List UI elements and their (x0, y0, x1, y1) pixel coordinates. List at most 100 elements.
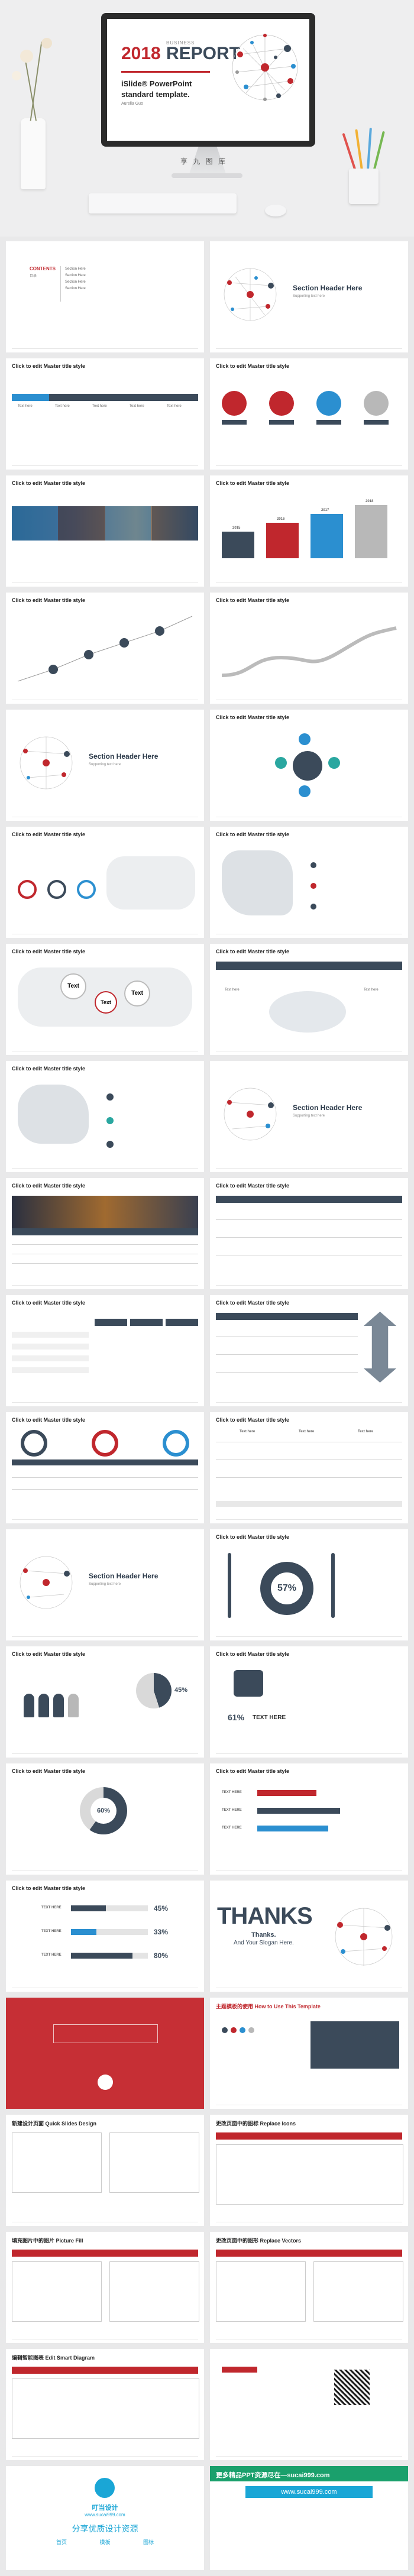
slide-thanks: THANKS Thanks. And Your Slogan Here. (210, 1881, 408, 1992)
column-heading: Text here (358, 1430, 374, 1433)
toolbar-strip (12, 2250, 198, 2257)
slide-progress-bars: Click to edit Master title style TEXT HE… (6, 1881, 204, 1992)
section-subtitle: Supporting text here (293, 1114, 325, 1118)
fork-icon (228, 1553, 231, 1618)
screenshot-frame (216, 2144, 403, 2205)
network-graphic (20, 1556, 73, 1609)
brand-card: 叮当设计 www.sucai999.com 分享优质设计资源 首页 模板 图标 (6, 2466, 204, 2570)
brand-tab[interactable]: 图标 (143, 2538, 154, 2546)
brand-tabs: 首页 模板 图标 (56, 2538, 154, 2546)
slide-title: 填充图片中的图片 Picture Fill (12, 2238, 83, 2244)
gauge-dial (163, 1430, 189, 1457)
flower-blossom (41, 38, 52, 48)
growth-line-graphic (17, 616, 193, 682)
slide-people-pie: Click to edit Master title style 45% (6, 1646, 204, 1758)
knife-icon (331, 1553, 335, 1618)
wave-line-graphic (221, 626, 397, 677)
slide-footer (12, 1753, 198, 1754)
gauge-dial (21, 1430, 47, 1457)
footer-band (216, 1501, 402, 1507)
keyboard (89, 193, 237, 213)
color-swatch (248, 2027, 254, 2033)
screenshot-frame (109, 2132, 199, 2193)
slide-bar-years: Click to edit Master title style 2015 20… (210, 475, 408, 587)
step-label: Text here (92, 404, 107, 408)
slide-globe-banner: Click to edit Master title style Text he… (210, 944, 408, 1055)
title-underline (121, 71, 210, 73)
step-panel (105, 506, 151, 541)
slide-hub-cycle: Click to edit Master title style (210, 710, 408, 821)
slide-title: Click to edit Master title style (12, 949, 86, 954)
column-header (130, 1319, 163, 1326)
contents-item[interactable]: Section Here (65, 286, 86, 292)
slide-comparison-table: Click to edit Master title style (6, 1295, 204, 1406)
contents-item[interactable]: Section Here (65, 273, 86, 279)
slide-four-circles: Click to edit Master title style (210, 358, 408, 470)
progress-track (71, 1905, 148, 1911)
donut-value: 60% (90, 1798, 117, 1824)
slide-footer (12, 465, 198, 466)
step-label: Text here (167, 404, 182, 408)
table-row (216, 1372, 358, 1373)
world-map (106, 856, 195, 910)
slide-asia-map: Click to edit Master title style (210, 827, 408, 938)
section-title: Section Header Here (89, 1572, 159, 1580)
table-row (216, 1336, 358, 1337)
map-marker (310, 883, 316, 889)
badge-circle (269, 391, 294, 416)
pencil (373, 131, 385, 172)
map-bubble: Text (124, 980, 150, 1007)
slide-title: 新建设计页面 Quick Slides Design (12, 2121, 97, 2127)
slide-title: Click to edit Master title style (12, 831, 86, 837)
percent-ring (18, 880, 37, 899)
map-marker (310, 904, 316, 910)
slide-title: Click to edit Master title style (12, 1417, 86, 1423)
slide-footer (12, 1636, 198, 1637)
slide-three-columns: Click to edit Master title style Text he… (210, 1412, 408, 1523)
brand-tab[interactable]: 模板 (99, 2538, 110, 2546)
brand-url[interactable]: www.sucai999.com (6, 2512, 204, 2517)
text-label: Text here (225, 988, 240, 992)
flower-blossom (20, 50, 33, 63)
slide-section-header-2: Section Header Here Supporting text here (6, 710, 204, 821)
contents-divider (60, 266, 61, 302)
progress-fill (71, 1929, 96, 1935)
slide-footer (216, 1402, 402, 1403)
slide-title: Click to edit Master title style (216, 480, 290, 486)
column-heading: Text here (240, 1430, 255, 1433)
map-marker (310, 862, 316, 868)
promo-url-button[interactable]: www.sucai999.com (245, 2486, 373, 2498)
thanks-sub1: Thanks. (251, 1931, 276, 1939)
screenshot-frame (109, 2261, 199, 2322)
map-bubble: Text (60, 973, 86, 999)
slide-plain-table: Click to edit Master title style (210, 1178, 408, 1289)
year-bar (355, 505, 387, 558)
slide-rings-map: Click to edit Master title style (6, 827, 204, 938)
slide-footer (12, 348, 198, 349)
contents-item[interactable]: Section Here (65, 266, 86, 273)
slide-title: Click to edit Master title style (216, 1534, 290, 1540)
slide-footer (12, 1168, 198, 1169)
pencil (367, 128, 372, 170)
slide-contents: CONTENTS 目录 Section Here Section Here Se… (6, 241, 204, 352)
slide-title: 更改页面中的图标 Replace Icons (216, 2121, 296, 2127)
contents-item[interactable]: Section Here (65, 279, 86, 286)
year-label: 2016 (277, 517, 285, 521)
slide-quick-design: 新建设计页面 Quick Slides Design (6, 2115, 204, 2226)
hub-node (299, 733, 310, 745)
badge-circle (222, 391, 247, 416)
slide-section-header-3: Section Header Here Supporting text here (210, 1061, 408, 1172)
table-row (216, 1459, 402, 1460)
monitor: BUSINESS 2018 REPORT iSlide® PowerPoint … (101, 13, 315, 147)
step-panel (152, 506, 198, 541)
slide-title: 更改页面中的图形 Replace Vectors (216, 2238, 302, 2244)
slide-title: Click to edit Master title style (12, 1066, 86, 1072)
pencil (355, 129, 363, 171)
report-year: 2018 (121, 44, 161, 63)
subtitle-line-1: iSlide® PowerPoint (121, 79, 192, 88)
pie-value: 45% (174, 1687, 188, 1694)
pencil (342, 132, 357, 173)
brand-tab[interactable]: 首页 (56, 2538, 67, 2546)
slide-footer (12, 1402, 198, 1403)
logo-mark (222, 2367, 257, 2373)
